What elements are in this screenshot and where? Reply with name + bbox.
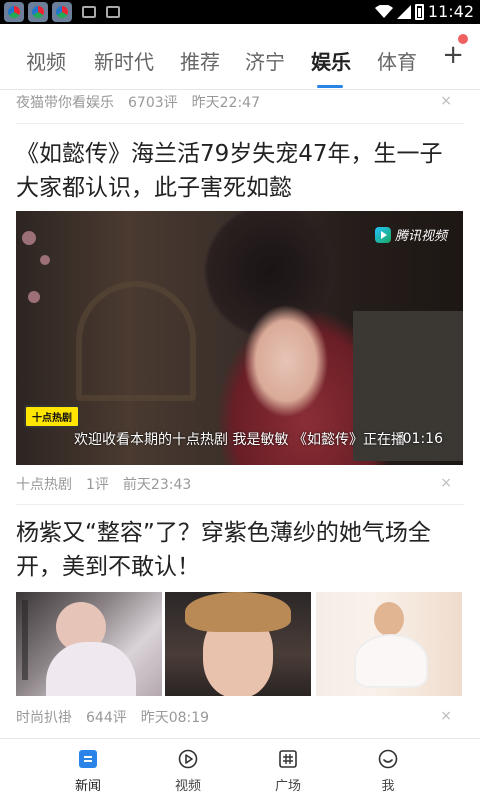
video-player[interactable]: 腾讯视频 十点热剧 欢迎收看本期的十点热剧 我是敏敏 《如懿传》正在播 01:1… [16, 211, 463, 465]
article-thumbnail[interactable] [16, 592, 162, 696]
tab-recommend[interactable]: 推荐 [180, 46, 220, 75]
program-stamp: 十点热剧 [24, 405, 80, 428]
notification-dot [458, 34, 468, 44]
divider [16, 504, 464, 505]
tab-new-era[interactable]: 新时代 [94, 46, 154, 75]
article-source: 夜猫带你看娱乐 [16, 95, 114, 111]
bottom-navigation: 新闻 视频 广场 我 [0, 738, 480, 799]
tencent-video-icon [374, 226, 391, 243]
battery-icon [414, 3, 424, 20]
article-comments: 6703评 [128, 95, 178, 111]
status-bar: 11:42 [0, 0, 480, 24]
article-source: 时尚扒褂 [16, 710, 72, 726]
article-meta: 时尚扒褂 644评 昨天08:19 [16, 707, 209, 727]
article-meta: 夜猫带你看娱乐 6703评 昨天22:47 [16, 92, 260, 112]
divider [16, 123, 464, 124]
notification-icon [82, 6, 96, 18]
video-duration: 01:16 [402, 431, 443, 447]
channel-tabs: 视频 新时代 推荐 济宁 娱乐 体育 + [0, 24, 480, 90]
article-comments: 1评 [86, 477, 109, 493]
background-frame [76, 281, 196, 401]
system-icons: 11:42 [374, 2, 474, 21]
article-comments: 644评 [86, 710, 127, 726]
wifi-icon [374, 4, 393, 18]
nav-label: 新闻 [74, 779, 101, 794]
article-title[interactable]: 《如懿传》海兰活79岁失宠47年，生一子大家都认识，此子害死如懿 [16, 137, 462, 205]
video-logo: 腾讯视频 [374, 225, 447, 244]
status-time: 11:42 [427, 2, 474, 21]
app-notification-icon [28, 2, 48, 22]
article-thumbnail[interactable] [165, 592, 311, 696]
article-time: 昨天22:47 [191, 95, 260, 111]
add-channel-button[interactable]: + [442, 42, 464, 68]
signal-icon [396, 4, 411, 19]
blossom-decoration [40, 255, 50, 265]
notification-icon [106, 6, 120, 18]
video-subtitle: 欢迎收看本期的十点热剧 我是敏敏 《如懿传》正在播 [74, 432, 405, 448]
video-logo-text: 腾讯视频 [394, 229, 447, 244]
nav-label: 广场 [274, 779, 301, 794]
article-source: 十点热剧 [16, 477, 72, 493]
article-meta: 十点热剧 1评 前天23:43 [16, 474, 191, 494]
dismiss-button[interactable]: × [440, 708, 452, 724]
calligraphy-decoration [22, 600, 28, 680]
nav-label: 我 [381, 779, 395, 794]
nav-me[interactable]: 我 [358, 749, 418, 794]
app-notification-icon [4, 2, 24, 22]
app-notification-icon [52, 2, 72, 22]
notification-icons [4, 2, 120, 22]
nav-video[interactable]: 视频 [158, 749, 218, 794]
tab-video[interactable]: 视频 [26, 46, 66, 75]
active-tab-indicator [317, 85, 343, 88]
nav-label: 视频 [174, 779, 201, 794]
news-icon [79, 750, 97, 768]
tab-sports[interactable]: 体育 [377, 46, 417, 75]
article-time: 昨天08:19 [140, 710, 210, 726]
dismiss-button[interactable]: × [440, 93, 452, 109]
play-icon [178, 749, 198, 769]
square-icon [279, 750, 297, 768]
article-title[interactable]: 杨紫又“整容”了？穿紫色薄纱的她气场全开，美到不敢认！ [16, 516, 462, 584]
blossom-decoration [22, 231, 36, 245]
smile-icon [378, 749, 398, 769]
nav-news[interactable]: 新闻 [58, 749, 118, 794]
nav-square[interactable]: 广场 [258, 749, 318, 794]
blossom-decoration [28, 291, 40, 303]
tab-jining[interactable]: 济宁 [245, 46, 285, 75]
tab-entertainment[interactable]: 娱乐 [311, 46, 351, 75]
dismiss-button[interactable]: × [440, 475, 452, 491]
article-time: 前天23:43 [122, 477, 192, 493]
article-thumbnail[interactable] [316, 592, 462, 696]
